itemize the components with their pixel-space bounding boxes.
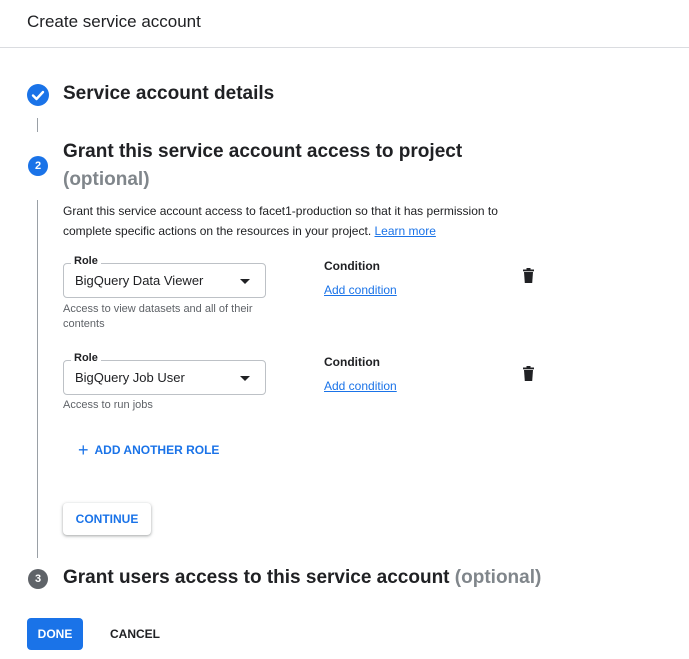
add-condition-link-2[interactable]: Add condition [324, 379, 397, 393]
plus-icon: + [78, 440, 89, 460]
description-text: complete specific actions on the resourc… [63, 224, 372, 238]
description-line: Grant this service account access to fac… [63, 204, 498, 218]
stepper-connector [37, 118, 38, 132]
learn-more-link[interactable]: Learn more [375, 224, 436, 238]
done-button[interactable]: DONE [27, 618, 83, 650]
condition-label: Condition [324, 259, 380, 273]
add-another-role-label: ADD ANOTHER ROLE [94, 443, 220, 457]
delete-role-2-icon[interactable] [523, 366, 534, 381]
step-3-number-icon: 3 [28, 569, 48, 589]
cancel-button[interactable]: CANCEL [101, 618, 169, 650]
step-3-header[interactable]: Grant users access to this service accou… [63, 567, 541, 589]
step-3-optional-label: (optional) [454, 567, 542, 588]
step-2-number-icon: 2 [28, 156, 48, 176]
add-condition-link-1[interactable]: Add condition [324, 283, 397, 297]
description-line-2: complete specific actions on the resourc… [63, 221, 603, 241]
role-value: BigQuery Job User [75, 370, 185, 385]
role-label: Role [71, 255, 101, 267]
role-select-1[interactable]: Role BigQuery Data Viewer [63, 255, 266, 298]
step-3-title: Grant users access to this service accou… [63, 567, 450, 588]
role-value: BigQuery Data Viewer [75, 273, 204, 288]
stepper-connector [37, 200, 38, 558]
role-select-2[interactable]: Role BigQuery Job User [63, 352, 266, 395]
step-1-title[interactable]: Service account details [63, 83, 274, 105]
role-label: Role [71, 352, 101, 364]
step-1-complete-icon [27, 84, 49, 106]
hint-line: contents [63, 318, 105, 330]
hint-line: Access to view datasets and all of their [63, 303, 253, 315]
continue-button[interactable]: CONTINUE [63, 503, 151, 535]
delete-role-1-icon[interactable] [523, 268, 534, 283]
role-1-hint: Access to view datasets and all of their… [63, 302, 283, 332]
role-2-hint: Access to run jobs [63, 399, 153, 411]
dropdown-arrow-icon [240, 279, 250, 284]
step-2-title: Grant this service account access to pro… [63, 141, 463, 162]
add-another-role-button[interactable]: + ADD ANOTHER ROLE [78, 438, 219, 462]
dialog-header: Create service account [0, 0, 689, 48]
step-2-description: Grant this service account access to fac… [63, 201, 603, 241]
condition-label: Condition [324, 355, 380, 369]
page-title: Create service account [27, 12, 201, 31]
step-2-optional-label: (optional) [63, 169, 150, 190]
dropdown-arrow-icon [240, 376, 250, 381]
checkmark-icon [31, 90, 45, 101]
